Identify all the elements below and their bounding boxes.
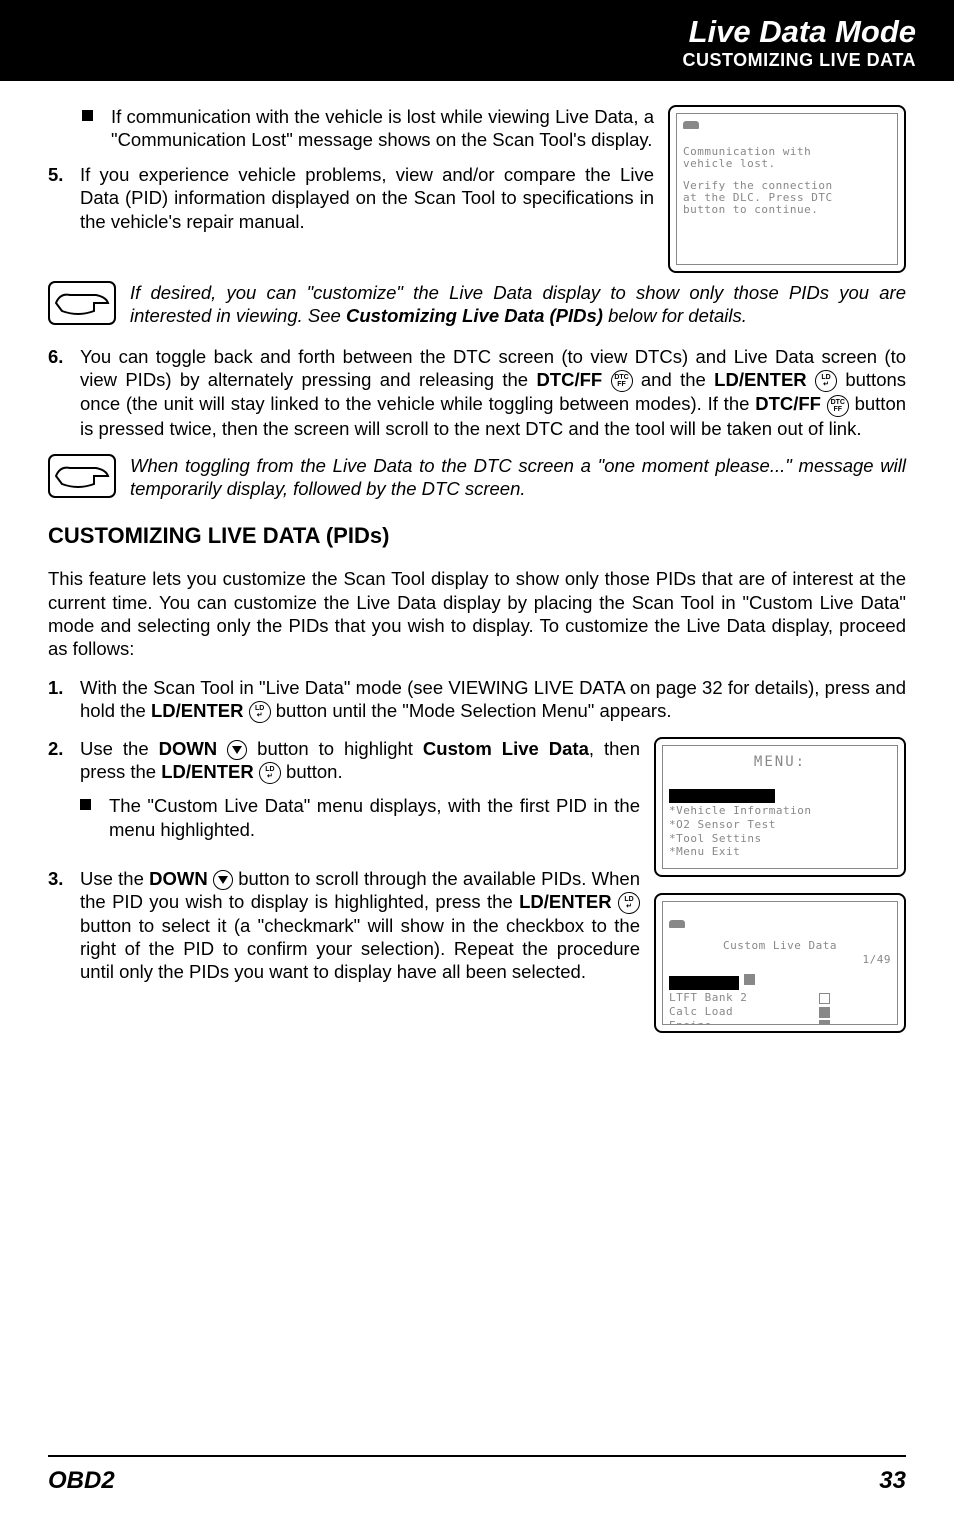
checkbox-icon — [819, 1007, 830, 1018]
dtcff-button-icon-2: DTC FF — [827, 395, 849, 417]
screen-menu: MENU: *Custom Live Data *Vehicle Informa… — [654, 737, 906, 877]
step-3: 3. Use the DOWN button to scroll through… — [48, 867, 640, 984]
footer-left: OBD2 — [48, 1467, 115, 1495]
step-2-num: 2. — [48, 737, 80, 760]
menu-l2: *Vehicle Information — [669, 804, 891, 818]
dtcff-label-2: DTC/FF — [755, 393, 821, 414]
ldenter-button-icon: LD ↵ — [618, 892, 640, 914]
step-1-text: With the Scan Tool in "Live Data" mode (… — [80, 676, 906, 723]
section-intro: This feature lets you customize the Scan… — [48, 567, 906, 660]
dtcff-button-icon: DTC FF — [611, 370, 633, 392]
s2-down: DOWN — [159, 738, 218, 759]
cld-l3: Calc Load — [669, 1005, 733, 1018]
down-button-icon — [227, 740, 247, 760]
screen-custom-live-data: Custom Live Data 1/49 LTFT Bank 1 LTFT B… — [654, 893, 906, 1033]
step-3-num: 3. — [48, 867, 80, 890]
bullet-icon — [80, 799, 91, 810]
step-1-num: 1. — [48, 676, 80, 699]
item6-b: and the — [641, 369, 714, 390]
s3-c: button to select it (a "checkmark" will … — [80, 915, 640, 982]
item-number-5: 5. — [48, 163, 80, 186]
page-header-bar: Live Data Mode CUSTOMIZING LIVE DATA — [0, 0, 954, 81]
header-subtitle: CUSTOMIZING LIVE DATA — [0, 50, 916, 71]
item-5-text: If you experience vehicle problems, view… — [80, 163, 654, 232]
menu-title: MENU: — [669, 754, 891, 772]
ldenter-button-icon: LD ↵ — [815, 370, 837, 392]
ldenter-button-icon: LD ↵ — [249, 701, 271, 723]
dtcff-label-1: DTC/FF — [536, 369, 602, 390]
screen-comm-lost: Communication with vehicle lost. Verify … — [668, 105, 906, 273]
note1-text: If desired, you can "customize" the Live… — [130, 281, 906, 327]
page-content: Communication with vehicle lost. Verify … — [0, 81, 954, 983]
bullet-comm-lost: If communication with the vehicle is los… — [82, 105, 654, 151]
header-title: Live Data Mode — [0, 14, 916, 50]
cld-l4: Ensine — [669, 1019, 712, 1025]
list-item-5: 5. If you experience vehicle problems, v… — [48, 163, 654, 232]
cld-count: 1/49 — [669, 953, 891, 967]
cld-title: Custom Live Data — [669, 939, 891, 953]
s2-cld: Custom Live Data — [423, 738, 589, 759]
car-icon — [683, 121, 699, 129]
s3-down: DOWN — [149, 868, 208, 889]
bullet-text: If communication with the vehicle is los… — [111, 105, 654, 151]
s1-ld: LD/ENTER — [151, 700, 244, 721]
s2-b: button to highlight — [257, 738, 423, 759]
checkbox-icon — [744, 974, 755, 985]
s2-d: button. — [286, 761, 343, 782]
menu-l3: *O2 Sensor Test — [669, 818, 891, 832]
s2-bullet: The "Custom Live Data" menu displays, wi… — [109, 794, 640, 840]
right-screens-column: MENU: *Custom Live Data *Vehicle Informa… — [654, 737, 906, 1049]
s2-a: Use the — [80, 738, 159, 759]
s3-a: Use the — [80, 868, 149, 889]
note1-part-b: below for details. — [603, 305, 747, 326]
item-number-6: 6. — [48, 345, 80, 368]
menu-highlight-bar: *Custom Live Data — [669, 789, 775, 804]
step-3-text: Use the DOWN button to scroll through th… — [80, 867, 640, 984]
section-heading: CUSTOMIZING LIVE DATA (PIDs) — [48, 522, 906, 550]
checkbox-icon — [819, 993, 830, 1004]
page-footer: OBD2 33 — [48, 1455, 906, 1495]
footer-page-number: 33 — [879, 1467, 906, 1495]
note2-text: When toggling from the Live Data to the … — [130, 454, 906, 500]
checkbox-icon — [819, 1020, 830, 1025]
pointing-hand-icon — [48, 454, 116, 498]
step-1: 1. With the Scan Tool in "Live Data" mod… — [48, 676, 906, 723]
step-2: 2. Use the DOWN button to highlight Cust… — [48, 737, 640, 852]
pointing-hand-icon — [48, 281, 116, 325]
s3-ld: LD/ENTER — [519, 891, 612, 912]
menu-l4: *Tool Settins — [669, 832, 891, 846]
screen1-line5: button to continue. — [683, 204, 891, 216]
s2-ld: LD/ENTER — [161, 761, 254, 782]
s1-b: button until the "Mode Selection Menu" a… — [276, 700, 672, 721]
note-toggle: When toggling from the Live Data to the … — [48, 454, 906, 500]
cld-l2: LTFT Bank 2 — [669, 991, 747, 1004]
step-2-text: Use the DOWN button to highlight Custom … — [80, 737, 640, 852]
menu-l5: *Menu Exit — [669, 845, 891, 859]
car-icon — [669, 920, 685, 928]
ldenter-label-1: LD/ENTER — [714, 369, 807, 390]
cld-highlight-bar: LTFT Bank 1 — [669, 976, 739, 991]
list-item-6: 6. You can toggle back and forth between… — [48, 345, 906, 439]
item-6-text: You can toggle back and forth between th… — [80, 345, 906, 439]
bullet-icon — [82, 110, 93, 121]
ldenter-button-icon: LD ↵ — [259, 762, 281, 784]
note1-bold: Customizing Live Data (PIDs) — [346, 305, 603, 326]
note-customize: If desired, you can "customize" the Live… — [48, 281, 906, 327]
down-button-icon — [213, 870, 233, 890]
screen1-line2: vehicle lost. — [683, 158, 891, 170]
